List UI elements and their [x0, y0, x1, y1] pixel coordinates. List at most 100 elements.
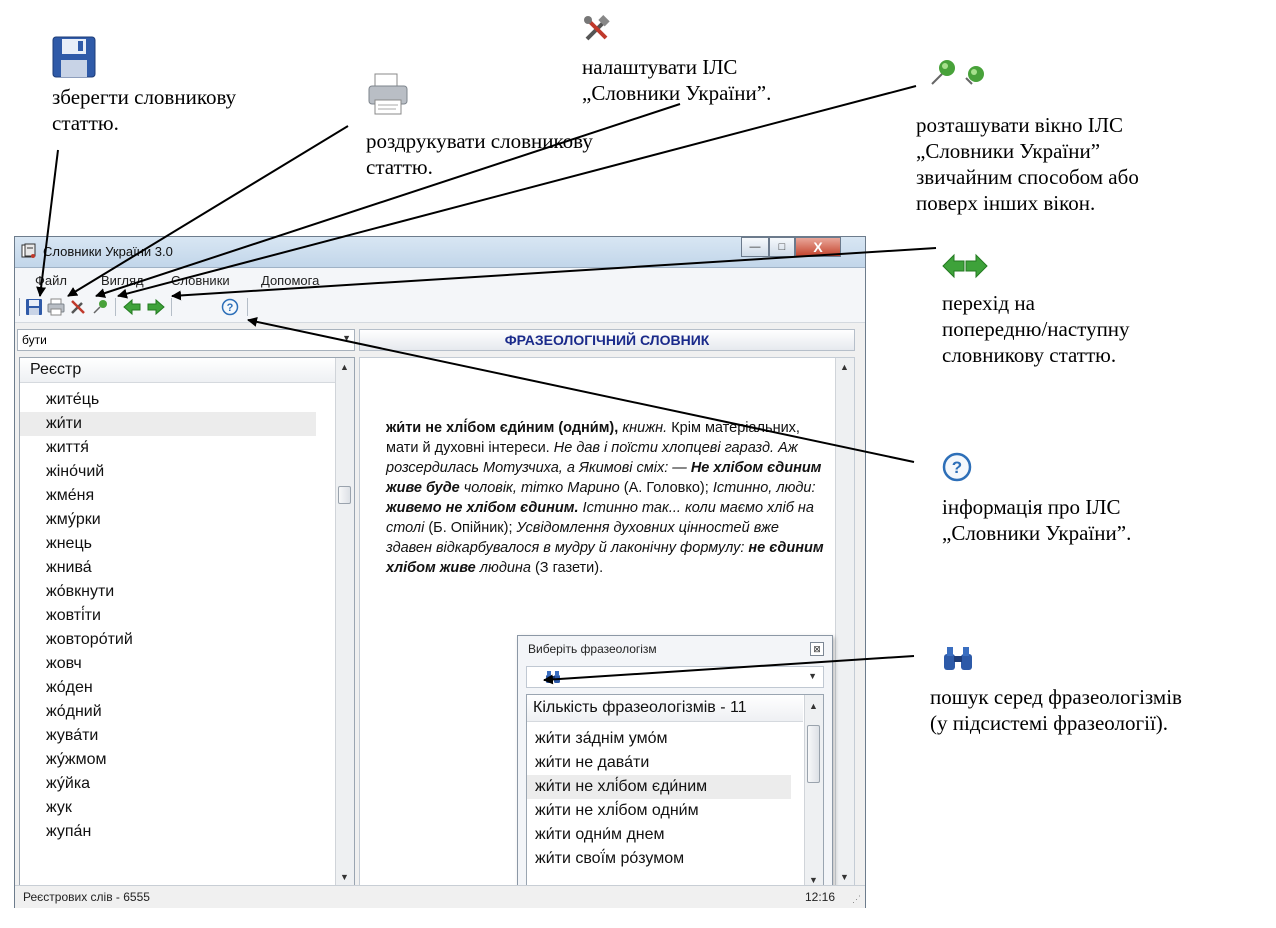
svg-text:?: ? [227, 302, 234, 314]
scroll-up-icon[interactable]: ▲ [809, 701, 818, 711]
save-icon [52, 36, 96, 83]
callout-nav-line: словникову статтю. [942, 343, 1117, 367]
callout-print: роздрукувати словникову статтю. [366, 128, 593, 180]
list-item[interactable]: жува́ти [20, 724, 336, 748]
list-item[interactable]: жи́ти [20, 412, 316, 436]
callout-settings-line: „Словники України”. [582, 81, 772, 105]
list-item-label: жовторо́тий [46, 631, 133, 648]
list-item[interactable]: життя́ [20, 436, 336, 460]
menu-view[interactable]: Вигляд [101, 273, 144, 288]
popup-close-button[interactable]: ⊠ [810, 642, 824, 656]
toolbar-separator [171, 298, 172, 316]
callout-nav: перехід на попередню/наступну словникову… [942, 290, 1130, 368]
scroll-down-icon[interactable]: ▼ [809, 875, 818, 885]
list-item-label: жо́вкнути [46, 583, 115, 600]
title-bar[interactable]: Словники України 3.0 — □ X [15, 237, 865, 268]
settings-icon [582, 14, 612, 49]
list-item[interactable]: жи́ти не дава́ти [527, 751, 803, 775]
search-input[interactable]: бути ▼ [17, 329, 355, 351]
svg-text:?: ? [952, 458, 962, 477]
pin-icon[interactable] [91, 298, 109, 316]
list-item[interactable]: жупа́н [20, 820, 336, 844]
list-item-label: жи́ти не дава́ти [535, 754, 650, 771]
binoculars-icon [942, 644, 974, 677]
settings-icon[interactable] [69, 298, 87, 316]
list-item-label: жи́ти свої́м ро́зумом [535, 850, 685, 867]
list-item[interactable]: жме́ня [20, 484, 336, 508]
app-window: Словники України 3.0 — □ X Файл Вигляд С… [14, 236, 866, 908]
scroll-down-icon[interactable]: ▼ [340, 872, 349, 882]
help-icon[interactable]: ? [221, 298, 239, 316]
callout-print-line: роздрукувати словникову [366, 129, 593, 153]
save-icon[interactable] [25, 298, 43, 316]
article-scrollbar[interactable]: ▲ ▼ [835, 358, 854, 888]
maximize-button[interactable]: □ [769, 237, 795, 257]
list-item[interactable]: жи́ти не хлі́бом одни́м [527, 799, 803, 823]
registry-header: Реєстр [20, 358, 336, 383]
status-time: 12:16 [804, 890, 835, 904]
callout-nav-line: попередню/наступну [942, 317, 1130, 341]
binoculars-icon[interactable] [545, 670, 561, 684]
print-icon[interactable] [47, 298, 65, 316]
list-item[interactable]: жо́вкнути [20, 580, 336, 604]
menu-help[interactable]: Допомога [261, 273, 319, 288]
registry-scrollbar[interactable]: ▲ ▼ [335, 358, 354, 888]
chevron-down-icon[interactable]: ▼ [342, 333, 351, 343]
menu-dictionaries[interactable]: Словники [171, 273, 230, 288]
scroll-down-icon[interactable]: ▼ [840, 872, 849, 882]
list-item-label: жу́жмом [46, 751, 107, 768]
list-item[interactable]: жук [20, 796, 336, 820]
list-item-label: жупа́н [46, 823, 92, 840]
list-item-label: жува́ти [46, 727, 99, 744]
article-source: (Б. Опійник); [428, 520, 513, 536]
scroll-up-icon[interactable]: ▲ [840, 362, 849, 372]
list-item[interactable]: жму́рки [20, 508, 336, 532]
list-item[interactable]: жнива́ [20, 556, 336, 580]
list-item[interactable]: жите́ць [20, 388, 336, 412]
popup-toolbar: ▼ [526, 666, 824, 688]
list-item[interactable]: жи́ти свої́м ро́зумом [527, 847, 803, 871]
back-arrow-icon[interactable] [123, 298, 141, 316]
phrase-scrollbar[interactable]: ▲ ▼ [804, 695, 823, 889]
article-headword: жи́ти не хлі́бом єди́ним (одни́м), [386, 420, 619, 436]
list-item-label: жо́ден [46, 679, 93, 696]
callout-help: інформація про ІЛС „Словники України”. [942, 494, 1131, 546]
chevron-down-icon[interactable]: ▼ [808, 671, 817, 681]
close-button[interactable]: X [795, 237, 841, 257]
list-item-label: жи́ти одни́м днем [535, 826, 665, 843]
minimize-button[interactable]: — [741, 237, 769, 257]
forward-arrow-icon[interactable] [147, 298, 165, 316]
list-item[interactable]: жу́йка [20, 772, 336, 796]
list-item[interactable]: жо́ден [20, 676, 336, 700]
scroll-thumb[interactable] [807, 725, 820, 783]
list-item[interactable]: жнець [20, 532, 336, 556]
list-item[interactable]: жи́ти за́днім умо́м [527, 727, 803, 751]
list-item-label: жовч [46, 655, 82, 672]
list-item-label: жму́рки [46, 511, 101, 528]
phrase-count-header: Кількість фразеологізмів - 11 [527, 695, 803, 722]
scroll-up-icon[interactable]: ▲ [340, 362, 349, 372]
scroll-thumb[interactable] [338, 486, 351, 504]
resize-grip-icon[interactable]: ⋰ [852, 894, 861, 905]
list-item[interactable]: жи́ти одни́м днем [527, 823, 803, 847]
callout-print-line: статтю. [366, 155, 433, 179]
list-item[interactable]: жи́ти не хлі́бом єди́ним [527, 775, 791, 799]
registry-list: Реєстр жите́ць жи́ти життя́ жіно́чий жме… [19, 357, 355, 889]
help-icon: ? [942, 452, 972, 487]
menu-bar: Файл Вигляд Словники Допомога [15, 268, 865, 292]
article-example-bold: живемо не хлібом єдиним. [386, 500, 579, 516]
callout-save: зберегти словникову статтю. [52, 84, 236, 136]
list-item[interactable]: жовч [20, 652, 336, 676]
print-icon [366, 72, 410, 121]
callout-help-line: „Словники України”. [942, 521, 1132, 545]
list-item-label: життя́ [46, 439, 89, 456]
list-item[interactable]: жо́дний [20, 700, 336, 724]
list-item[interactable]: жіно́чий [20, 460, 336, 484]
menu-file[interactable]: Файл [35, 273, 67, 288]
list-item[interactable]: жовторо́тий [20, 628, 336, 652]
callout-settings: налаштувати ІЛС „Словники України”. [582, 54, 771, 106]
toolbar-grip [19, 298, 20, 316]
list-item[interactable]: жу́жмом [20, 748, 336, 772]
list-item[interactable]: жовті́ти [20, 604, 336, 628]
phrase-count-label: Кількість фразеологізмів - 11 [533, 699, 747, 716]
